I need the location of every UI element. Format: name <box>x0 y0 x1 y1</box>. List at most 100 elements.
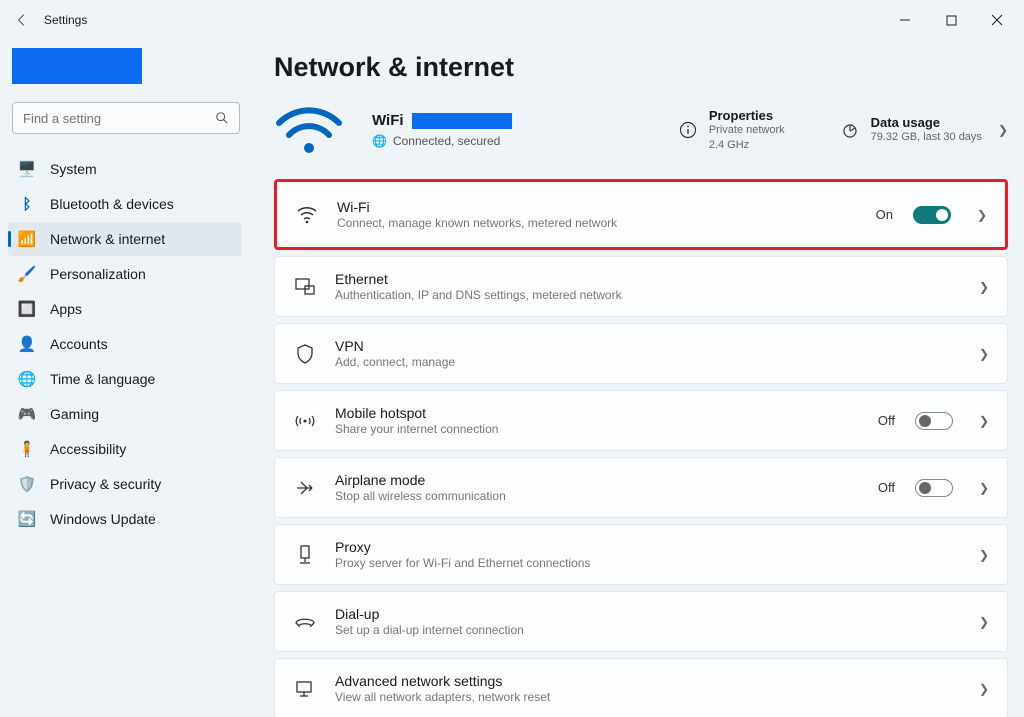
hotspot-icon <box>293 413 317 429</box>
airplane-toggle[interactable] <box>915 479 953 497</box>
card-title: VPN <box>335 338 961 354</box>
nav-privacy[interactable]: 🛡️Privacy & security <box>8 467 242 501</box>
titlebar: Settings <box>0 0 1024 40</box>
sidebar: 🖥️ System ᛒBluetooth & devices 📶 Network &… <box>0 40 250 717</box>
wifi-toggle[interactable] <box>913 206 951 224</box>
gamepad-icon: 🎮 <box>18 405 36 423</box>
data-usage-block[interactable]: Data usage 79.32 GB, last 30 days ❯ <box>841 115 1008 144</box>
info-icon <box>679 121 697 139</box>
maximize-button[interactable] <box>928 2 974 38</box>
nav-personalization[interactable]: 🖌️ Personalization <box>8 257 242 291</box>
hotspot-card[interactable]: Mobile hotspot Share your internet conne… <box>274 390 1008 451</box>
usage-title: Data usage <box>871 115 982 130</box>
chevron-right-icon: ❯ <box>979 280 989 294</box>
nav-label: Accounts <box>50 336 108 352</box>
chevron-right-icon: ❯ <box>977 208 987 222</box>
chevron-right-icon: ❯ <box>979 682 989 696</box>
chevron-right-icon: ❯ <box>998 123 1008 137</box>
nav-label: Apps <box>50 301 82 317</box>
connection-text: WiFi 🌐 Connected, secured <box>372 112 512 148</box>
proxy-card[interactable]: Proxy Proxy server for Wi-Fi and Etherne… <box>274 524 1008 585</box>
nav-time[interactable]: 🌐 Time & language <box>8 362 242 396</box>
search-input[interactable] <box>23 111 215 126</box>
card-sub: Add, connect, manage <box>335 355 961 369</box>
card-sub: Proxy server for Wi-Fi and Ethernet conn… <box>335 556 961 570</box>
nav-label: Privacy & security <box>50 476 161 492</box>
properties-block[interactable]: Properties Private network 2.4 GHz <box>679 108 785 152</box>
chevron-right-icon: ❯ <box>979 481 989 495</box>
nav-list: 🖥️ System ᛒBluetooth & devices 📶 Network &… <box>8 152 242 536</box>
connection-name: WiFi <box>372 112 404 129</box>
brush-icon: 🖌️ <box>18 265 36 283</box>
card-sub: Share your internet connection <box>335 422 860 436</box>
close-button[interactable] <box>974 2 1020 38</box>
window-controls <box>882 2 1020 38</box>
proxy-icon <box>293 545 317 565</box>
vpn-card[interactable]: VPN Add, connect, manage ❯ <box>274 323 1008 384</box>
hotspot-toggle[interactable] <box>915 412 953 430</box>
card-title: Ethernet <box>335 271 961 287</box>
advanced-card[interactable]: Advanced network settings View all netwo… <box>274 658 1008 717</box>
wifi-icon <box>295 206 319 224</box>
search-box[interactable] <box>12 102 240 134</box>
airplane-card[interactable]: Airplane mode Stop all wireless communic… <box>274 457 1008 518</box>
monitor-network-icon <box>293 680 317 698</box>
globe-clock-icon: 🌐 <box>18 370 36 388</box>
wifi-large-icon <box>274 105 344 155</box>
wifi-icon: 📶 <box>18 230 36 248</box>
properties-title: Properties <box>709 108 785 123</box>
card-title: Airplane mode <box>335 472 860 488</box>
nav-gaming[interactable]: 🎮Gaming <box>8 397 242 431</box>
nav-label: Time & language <box>50 371 155 387</box>
main-content: Network & internet WiFi 🌐 Connected, sec… <box>250 40 1024 717</box>
accessibility-icon: 🧍 <box>18 440 36 458</box>
connection-sub: Connected, secured <box>393 134 500 148</box>
pie-icon <box>841 121 859 139</box>
monitor-icon: 🖥️ <box>18 160 36 178</box>
globe-icon: 🌐 <box>372 134 387 148</box>
dialup-card[interactable]: Dial-up Set up a dial-up internet connec… <box>274 591 1008 652</box>
nav-label: Bluetooth & devices <box>50 196 174 212</box>
chevron-right-icon: ❯ <box>979 548 989 562</box>
window-title: Settings <box>44 13 87 27</box>
nav-label: Network & internet <box>50 231 165 247</box>
toggle-label: Off <box>878 480 895 495</box>
search-icon <box>215 111 229 125</box>
toggle-label: Off <box>878 413 895 428</box>
nav-system[interactable]: 🖥️ System <box>8 152 242 186</box>
card-sub: Set up a dial-up internet connection <box>335 623 961 637</box>
minimize-button[interactable] <box>882 2 928 38</box>
card-title: Mobile hotspot <box>335 405 860 421</box>
card-sub: Connect, manage known networks, metered … <box>337 216 858 230</box>
ssid-redacted <box>412 113 512 129</box>
back-button[interactable] <box>4 2 40 38</box>
card-title: Dial-up <box>335 606 961 622</box>
chevron-right-icon: ❯ <box>979 615 989 629</box>
card-sub: Authentication, IP and DNS settings, met… <box>335 288 961 302</box>
connection-status-row: WiFi 🌐 Connected, secured Properties Pri… <box>274 105 1008 155</box>
nav-update[interactable]: 🔄 Windows Update <box>8 502 242 536</box>
properties-line2: 2.4 GHz <box>709 138 785 152</box>
usage-line1: 79.32 GB, last 30 days <box>871 130 982 144</box>
nav-accounts[interactable]: 👤Accounts <box>8 327 242 361</box>
nav-label: Windows Update <box>50 511 156 527</box>
nav-bluetooth[interactable]: ᛒBluetooth & devices <box>8 187 242 221</box>
card-title: Advanced network settings <box>335 673 961 689</box>
apps-icon: 🔲 <box>18 300 36 318</box>
ethernet-card[interactable]: Ethernet Authentication, IP and DNS sett… <box>274 256 1008 317</box>
nav-accessibility[interactable]: 🧍 Accessibility <box>8 432 242 466</box>
wifi-card[interactable]: Wi-Fi Connect, manage known networks, me… <box>274 179 1008 250</box>
nav-apps[interactable]: 🔲 Apps <box>8 292 242 326</box>
nav-network[interactable]: 📶 Network & internet <box>8 222 242 256</box>
nav-label: System <box>50 161 97 177</box>
user-account-block[interactable] <box>12 48 142 84</box>
card-title: Proxy <box>335 539 961 555</box>
nav-label: Personalization <box>50 266 146 282</box>
chevron-right-icon: ❯ <box>979 414 989 428</box>
chevron-right-icon: ❯ <box>979 347 989 361</box>
update-icon: 🔄 <box>18 510 36 528</box>
page-title: Network & internet <box>274 52 1008 83</box>
card-title: Wi-Fi <box>337 199 858 215</box>
card-sub: Stop all wireless communication <box>335 489 860 503</box>
nav-label: Accessibility <box>50 441 126 457</box>
